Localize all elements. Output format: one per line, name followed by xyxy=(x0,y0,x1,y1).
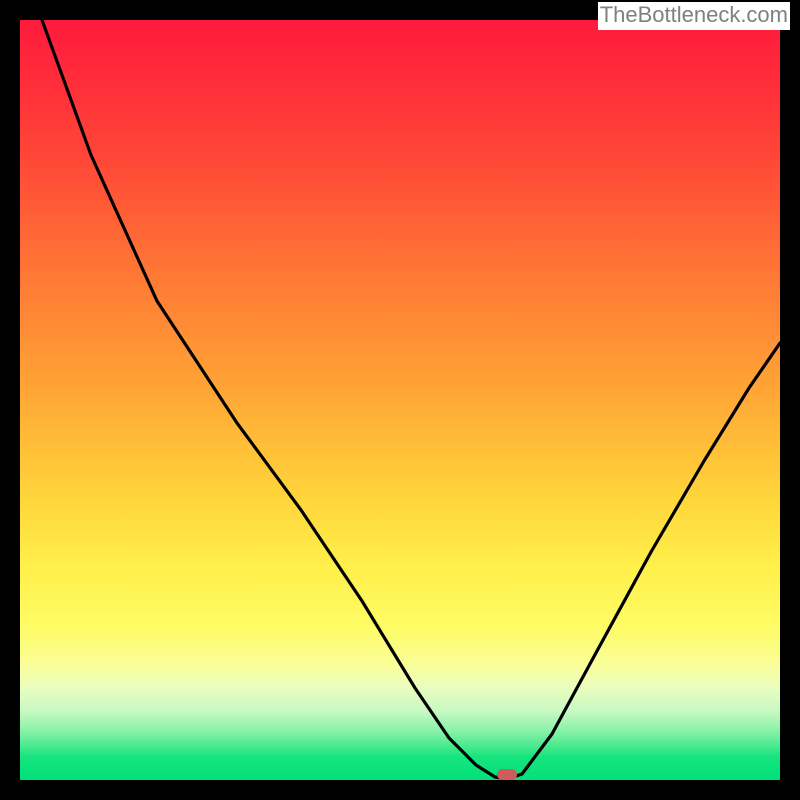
curve-svg xyxy=(20,20,780,780)
watermark-text: TheBottleneck.com xyxy=(598,2,790,30)
chart-container: TheBottleneck.com xyxy=(0,0,800,800)
optimal-marker xyxy=(497,769,517,780)
plot-area xyxy=(20,20,780,780)
bottleneck-curve-path xyxy=(42,20,780,779)
